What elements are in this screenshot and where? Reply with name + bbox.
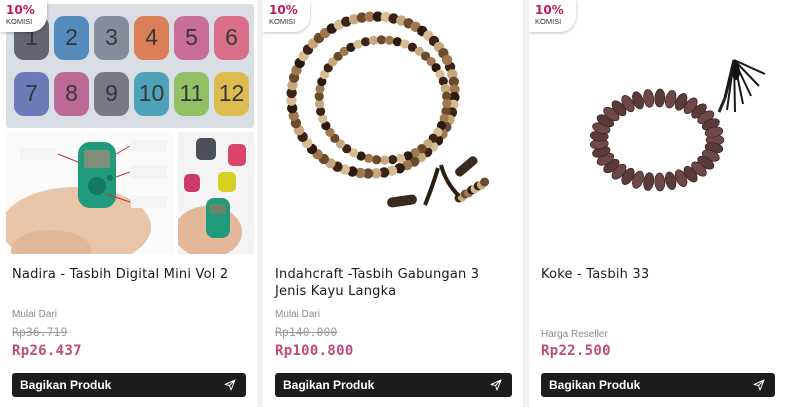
counter-item: 8 — [54, 72, 89, 116]
counter-item: 12 — [214, 72, 249, 116]
product-title[interactable]: Indahcraft -Tasbih Gabungan 3 Jenis Kayu… — [275, 266, 513, 300]
original-price: Rp140.000 — [275, 325, 338, 339]
product-card[interactable]: 10% KOMISI Indahcraft -Tasbih Gabungan 3… — [263, 0, 523, 407]
bead — [395, 153, 405, 163]
product-card[interactable]: 10% KOMISI Koke - Tasbih 33 Harga Resell… — [529, 0, 786, 407]
share-button-label: Bagikan Produk — [549, 378, 641, 392]
bead — [388, 155, 398, 165]
wooden-prayer-beads-icon — [286, 11, 490, 208]
bead — [380, 155, 390, 165]
counter-item: 6 — [214, 16, 249, 60]
product-card[interactable]: 1 2 3 4 5 6 7 8 9 10 11 12 10% KOMISI Na… — [0, 0, 257, 407]
send-icon — [490, 379, 502, 391]
counter-item: 7 — [14, 72, 49, 116]
share-product-button[interactable]: Bagikan Produk — [541, 373, 775, 397]
price-label: Mulai Dari — [12, 309, 58, 320]
counter-number: 6 — [225, 24, 238, 50]
counter-number: 4 — [145, 24, 158, 50]
bead — [480, 177, 490, 187]
counter-number: 8 — [65, 80, 78, 106]
counter-photo — [174, 132, 254, 258]
counter-item: 2 — [54, 16, 89, 60]
commission-badge: 10% KOMISI — [529, 0, 576, 32]
share-button-label: Bagikan Produk — [20, 378, 112, 392]
bead — [368, 35, 378, 46]
prayer-beads-tassel-icon — [589, 59, 766, 192]
commission-label: KOMISI — [6, 17, 33, 26]
share-product-button[interactable]: Bagikan Produk — [275, 373, 512, 397]
product-image[interactable]: 1 2 3 4 5 6 7 8 9 10 11 12 10% KOMISI — [0, 0, 257, 258]
counter-number: 10 — [138, 80, 165, 106]
commission-percent: 10% — [269, 3, 298, 17]
send-icon — [753, 379, 765, 391]
product-price: Rp26.437 — [12, 343, 82, 359]
send-icon — [224, 379, 236, 391]
price-label: Harga Reseller — [541, 329, 608, 340]
bead — [654, 88, 666, 108]
counter-item: 4 — [134, 16, 169, 60]
product-title[interactable]: Nadira - Tasbih Digital Mini Vol 2 — [12, 266, 247, 283]
commission-badge: 10% KOMISI — [263, 0, 310, 32]
counter-number: 9 — [105, 80, 118, 106]
share-button-label: Bagikan Produk — [283, 378, 375, 392]
product-grid: 1 2 3 4 5 6 7 8 9 10 11 12 10% KOMISI Na… — [0, 0, 786, 407]
bead — [654, 172, 666, 192]
usage-diagram — [1, 132, 174, 258]
counter-number: 2 — [65, 24, 78, 50]
bead — [643, 172, 655, 191]
commission-percent: 10% — [535, 3, 564, 17]
bead — [442, 99, 452, 109]
product-title[interactable]: Koke - Tasbih 33 — [541, 266, 776, 283]
bead — [643, 89, 655, 108]
product-image[interactable]: 10% KOMISI — [263, 0, 523, 258]
counter-item: 11 — [174, 72, 209, 116]
commission-label: KOMISI — [269, 17, 296, 26]
counter-number: 11 — [179, 80, 204, 106]
counter-number: 3 — [105, 24, 118, 50]
product-price: Rp22.500 — [541, 343, 611, 359]
bead — [361, 37, 371, 47]
commission-label: KOMISI — [535, 17, 562, 26]
counter-number: 7 — [25, 80, 38, 106]
bead — [441, 54, 453, 66]
bead — [376, 35, 386, 45]
share-product-button[interactable]: Bagikan Produk — [12, 373, 246, 397]
counter-item: 5 — [174, 16, 209, 60]
original-price: Rp36.719 — [12, 325, 68, 339]
commission-badge: 10% KOMISI — [0, 0, 47, 32]
bead — [372, 155, 382, 165]
product-price: Rp100.800 — [275, 343, 354, 359]
commission-percent: 10% — [6, 3, 35, 17]
product-image[interactable]: 10% KOMISI — [529, 0, 786, 258]
counter-item: 10 — [134, 72, 169, 116]
price-label: Mulai Dari — [275, 309, 321, 320]
bead — [384, 35, 394, 45]
counter-item: 9 — [94, 72, 129, 116]
counter-number: 12 — [218, 80, 245, 106]
counter-item: 3 — [94, 16, 129, 60]
counter-number: 5 — [185, 24, 198, 50]
